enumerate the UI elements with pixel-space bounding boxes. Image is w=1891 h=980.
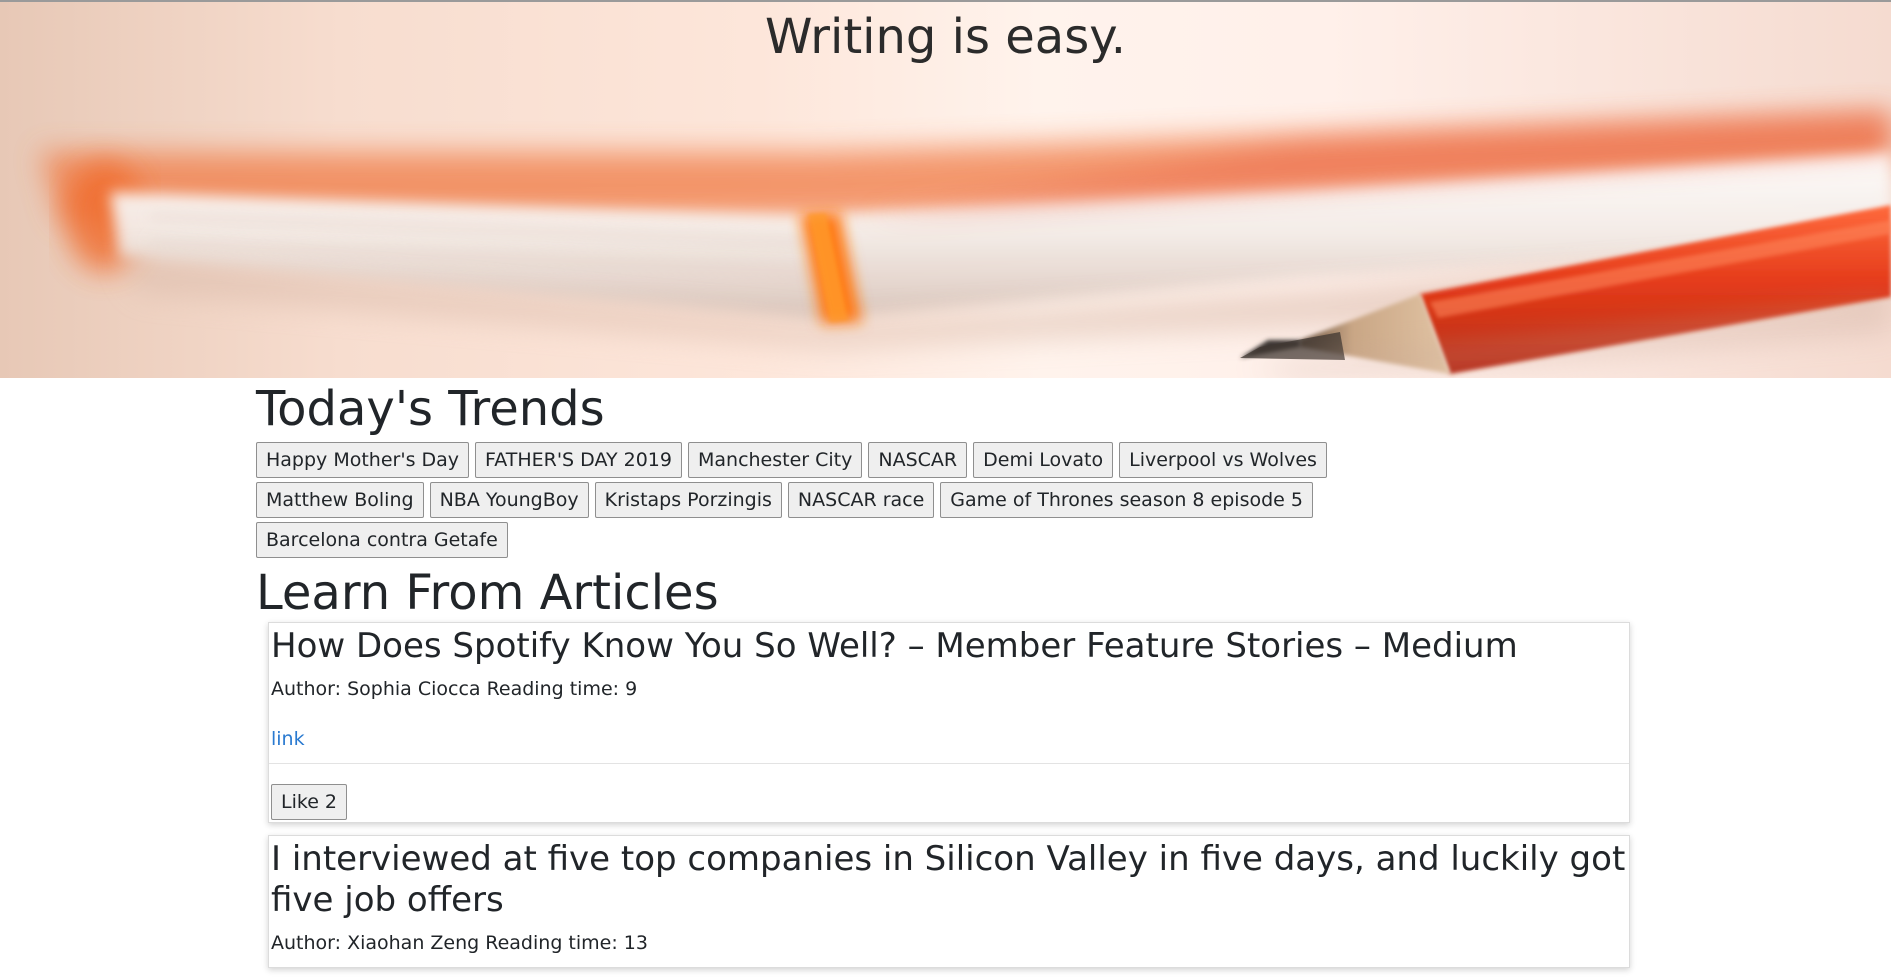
trend-button[interactable]: NASCAR race [787,482,935,518]
trend-button[interactable]: NASCAR [868,442,968,478]
trend-button[interactable]: Kristaps Porzingis [594,482,782,518]
like-button[interactable]: Like 2 [271,784,348,820]
trend-button[interactable]: Demi Lovato [973,442,1114,478]
article-card: How Does Spotify Know You So Well? – Mem… [268,622,1630,823]
articles-heading: Learn From Articles [256,565,719,621]
article-card-body: I interviewed at five top companies in S… [269,836,1629,967]
article-title: I interviewed at five top companies in S… [271,839,1626,920]
trends-list: Happy Mother's Day FATHER'S DAY 2019 Man… [256,442,1406,558]
trend-button[interactable]: Game of Thrones season 8 episode 5 [940,482,1313,518]
trend-button[interactable]: Barcelona contra Getafe [256,522,508,558]
trend-button[interactable]: Liverpool vs Wolves [1119,442,1327,478]
trend-button[interactable]: Matthew Boling [256,482,424,518]
trend-button[interactable]: Happy Mother's Day [256,442,470,478]
hero-title: Writing is easy. [764,9,1127,65]
trend-button[interactable]: NBA YoungBoy [429,482,589,518]
article-card-body: How Does Spotify Know You So Well? – Mem… [269,623,1629,763]
article-meta: Author: Xiaohan Zeng Reading time: 13 [271,932,648,954]
article-card: I interviewed at five top companies in S… [268,835,1630,968]
hero-banner: Writing is easy. [0,2,1891,378]
article-meta: Author: Sophia Ciocca Reading time: 9 [271,678,638,700]
article-link[interactable]: link [271,727,305,751]
trends-heading: Today's Trends [256,381,605,437]
main-container: Today's Trends Happy Mother's Day FATHER… [256,378,1636,980]
trend-button[interactable]: FATHER'S DAY 2019 [475,442,682,478]
article-title: How Does Spotify Know You So Well? – Mem… [271,626,1518,666]
trend-button[interactable]: Manchester City [687,442,863,478]
article-card-footer: Like 2 [269,763,1629,822]
